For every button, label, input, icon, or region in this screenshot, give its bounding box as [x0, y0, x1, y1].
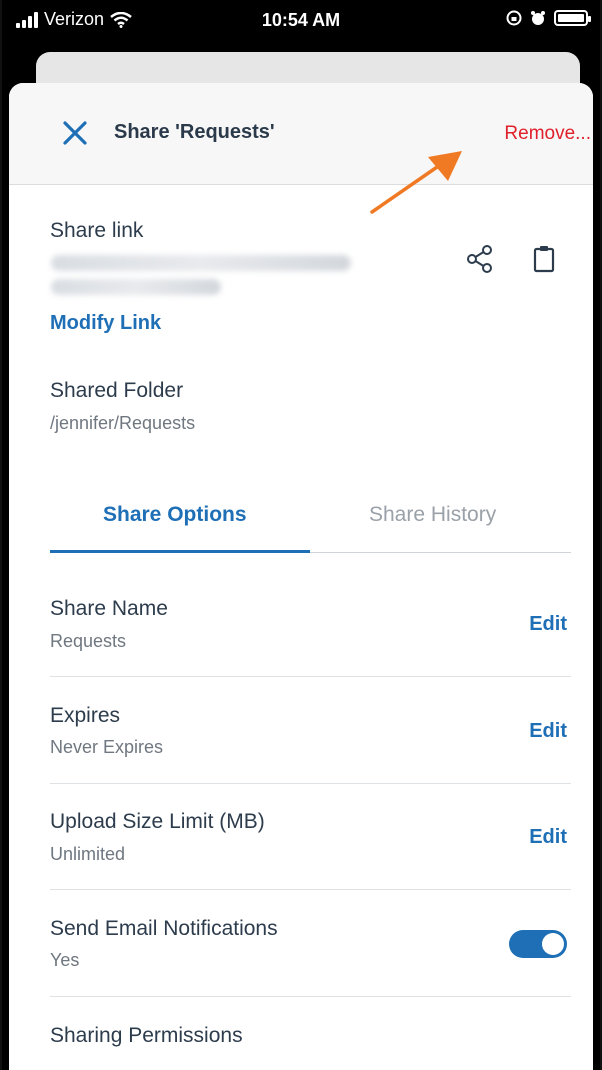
page-title: Share 'Requests'	[114, 121, 275, 143]
share-link-url-blurred	[51, 255, 351, 271]
upload-limit-value: Unlimited	[50, 844, 126, 864]
divider	[50, 676, 571, 677]
toggle-knob	[542, 933, 564, 955]
annotation-arrow-icon	[370, 151, 462, 214]
share-link-label: Share link	[50, 219, 144, 242]
divider	[50, 996, 571, 997]
share-name-edit-button[interactable]: Edit	[529, 613, 567, 636]
shared-folder-path: /jennifer/Requests	[50, 413, 196, 433]
divider	[50, 889, 571, 890]
sheet-header: Share 'Requests' Remove...	[9, 83, 593, 185]
share-icon[interactable]	[464, 243, 496, 275]
clipboard-icon[interactable]	[528, 243, 560, 275]
email-notifications-label: Send Email Notifications	[50, 917, 278, 940]
alarm-icon	[531, 11, 545, 25]
tab-share-history[interactable]: Share History	[369, 503, 496, 527]
screenshot-frame: Verizon 10:54 AM Share 'Requests' Remove…	[0, 0, 602, 1070]
email-notifications-value: Yes	[50, 950, 80, 970]
share-link-url-blurred-line2	[51, 279, 221, 295]
rotation-lock-icon	[506, 10, 522, 26]
shared-folder-label: Shared Folder	[50, 379, 184, 402]
divider	[50, 783, 571, 784]
share-sheet: Share 'Requests' Remove... Share link Mo…	[9, 83, 593, 1070]
status-bar: Verizon 10:54 AM	[2, 0, 600, 42]
battery-icon	[554, 10, 591, 26]
email-notifications-toggle[interactable]	[509, 930, 567, 958]
remove-button[interactable]: Remove...	[504, 123, 591, 145]
share-name-label: Share Name	[50, 597, 168, 620]
expires-value: Never Expires	[50, 737, 164, 757]
status-right	[506, 10, 591, 26]
share-name-value: Requests	[50, 631, 127, 651]
sharing-permissions-label[interactable]: Sharing Permissions	[50, 1024, 243, 1048]
modify-link-button[interactable]: Modify Link	[50, 312, 161, 335]
expires-label: Expires	[50, 704, 121, 727]
tab-active-indicator	[50, 550, 310, 553]
upload-limit-label: Upload Size Limit (MB)	[50, 810, 265, 833]
expires-edit-button[interactable]: Edit	[529, 720, 567, 743]
tab-share-options[interactable]: Share Options	[103, 503, 247, 527]
close-icon[interactable]	[59, 117, 91, 149]
upload-limit-edit-button[interactable]: Edit	[529, 826, 567, 849]
